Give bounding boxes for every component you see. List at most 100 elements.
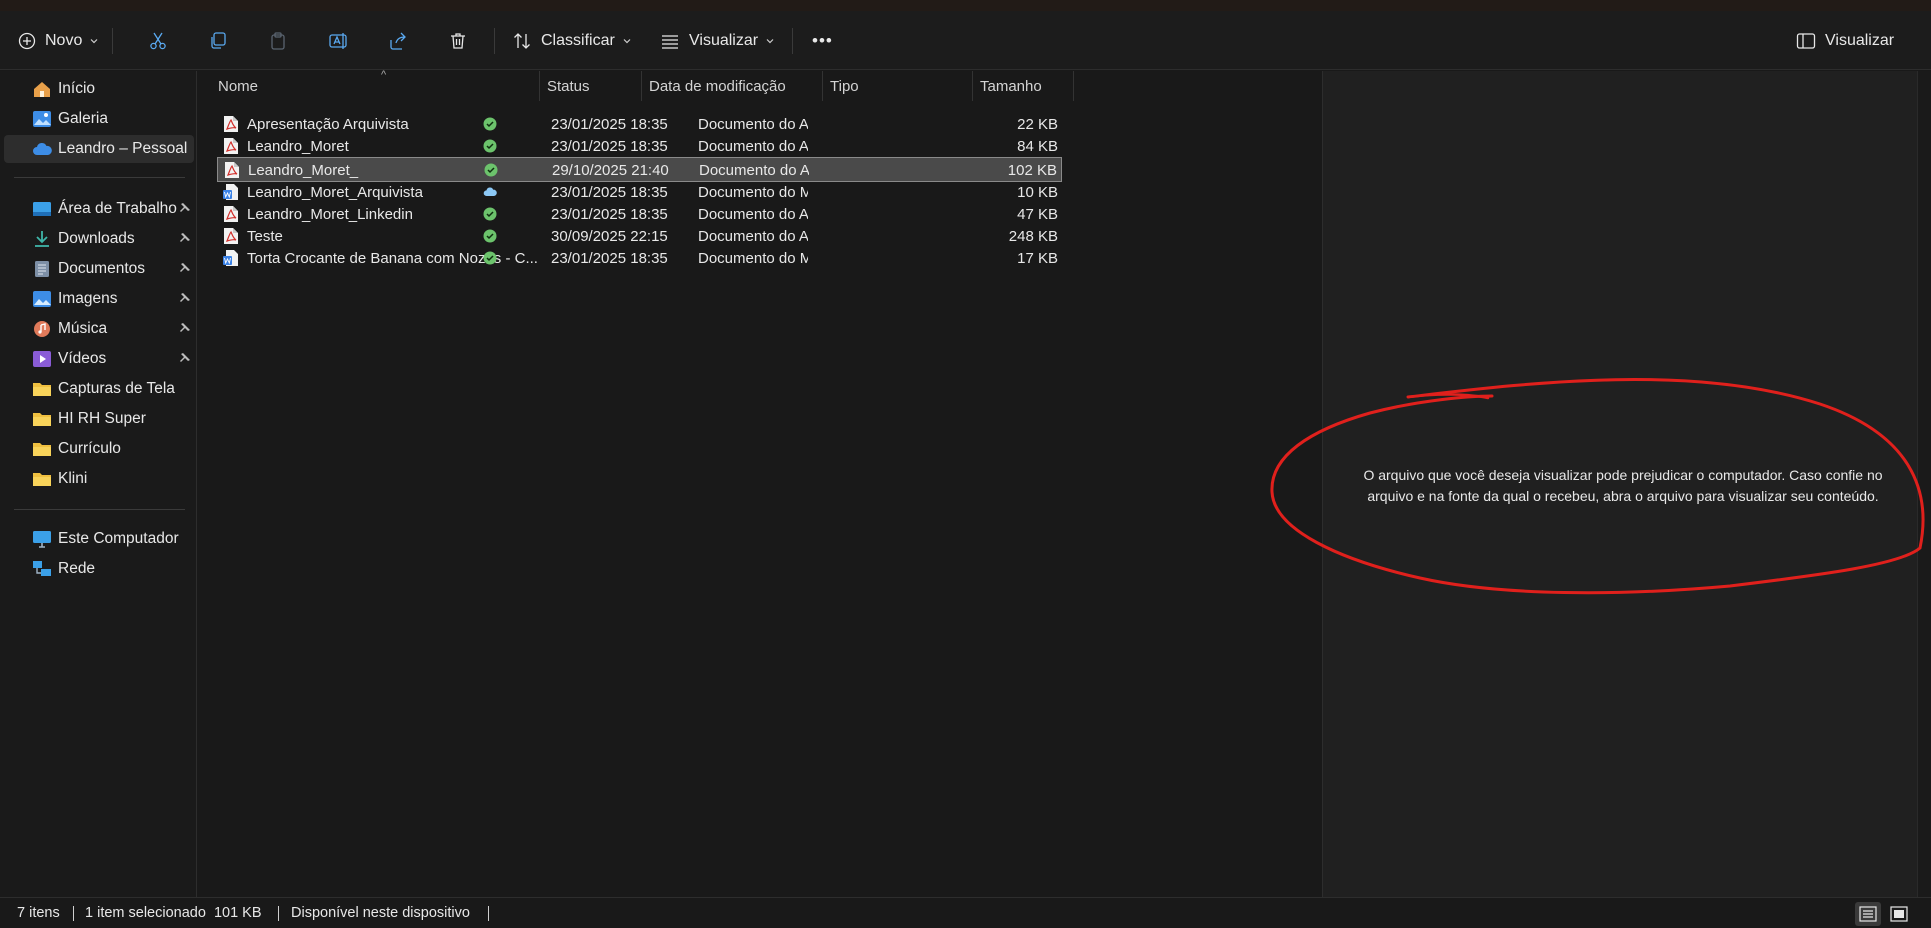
sidebar-item-curriculo[interactable]: Currículo [4,435,194,463]
file-modified: 30/09/2025 22:15 [551,228,668,245]
sidebar-item-imagens[interactable]: Imagens [4,285,194,313]
word-icon [223,184,238,200]
sidebar-item-inicio[interactable]: Início [4,75,194,103]
details-view-button[interactable] [1855,902,1881,926]
folder-icon [33,443,51,456]
column-header-modified[interactable]: Data de modificação [642,71,823,101]
file-name: Leandro_Moret [247,138,349,155]
pdf-icon [224,116,238,132]
column-header-name[interactable]: Nome ^ [211,69,540,101]
item-count: 7 itens [17,905,60,921]
sidebar-item-hi-rh-super[interactable]: HI RH Super [4,405,194,433]
red-annotation-circle [1270,378,1925,595]
sort-button[interactable]: Classificar [512,25,631,57]
view-button-label: Visualizar [689,32,759,49]
folder-icon [33,413,51,426]
status-separator [73,906,74,921]
file-name: Leandro_Moret_Linkedin [247,206,413,223]
pdf-icon [225,162,239,178]
pin-icon [180,293,190,302]
chevron-down-icon [623,39,631,44]
paste-button[interactable] [268,25,288,57]
documents-icon [35,261,49,277]
pin-icon [180,233,190,242]
file-size: 10 KB [1017,184,1058,201]
navigation-pane: Início Galeria Leandro – Pessoal Área de… [0,71,197,897]
more-options-icon: ••• [812,31,833,50]
column-header-size[interactable]: Tamanho [973,71,1074,101]
sidebar-item-capturas-de-tela[interactable]: Capturas de Tela [4,375,194,403]
file-name: Leandro_Moret_ [248,162,359,179]
file-name: Apresentação Arquivista [247,116,409,133]
file-name: Teste [247,228,283,245]
toolbar-separator [112,28,113,54]
more-options-button[interactable]: ••• [812,25,833,57]
gallery-icon [33,111,51,127]
view-lines-icon [662,35,678,49]
file-row-selected[interactable]: Leandro_Moret_ 29/10/2025 21:40 Document… [217,157,1062,182]
new-button[interactable]: Novo [18,25,98,57]
column-header-status[interactable]: Status [540,71,642,101]
title-strip [0,0,1931,11]
sidebar-item-leandro-pessoal[interactable]: Leandro – Pessoal [4,135,194,163]
home-icon [34,82,50,97]
file-name: Leandro_Moret_Arquivista [247,184,423,201]
clipboard-icon [271,32,285,50]
synced-check-icon [483,229,497,243]
desktop-icon [33,202,51,216]
sidebar-item-klini[interactable]: Klini [4,465,194,493]
folder-icon [33,473,51,486]
synced-check-icon [483,207,497,221]
synced-check-icon [484,163,498,177]
share-button[interactable] [388,25,408,57]
pdf-icon [224,206,238,222]
network-icon [33,561,51,576]
file-modified: 23/01/2025 18:35 [551,250,668,267]
status-bar: 7 itens 1 item selecionado 101 KB Dispon… [0,897,1931,928]
file-row[interactable]: Torta Crocante de Banana com Nozes - C..… [217,246,1062,271]
file-size: 102 KB [1007,162,1057,179]
sidebar-item-este-computador[interactable]: Este Computador [4,525,194,553]
sort-arrows-icon [514,33,530,49]
sidebar-item-musica[interactable]: Música [4,315,194,343]
sidebar-item-downloads[interactable]: Downloads [4,225,194,253]
file-row[interactable]: Leandro_Moret 23/01/2025 18:35 Documento… [217,134,1062,159]
cut-button[interactable] [148,25,168,57]
share-icon [390,32,406,50]
computer-icon [33,531,51,548]
file-modified: 23/01/2025 18:35 [551,138,668,155]
rename-button[interactable] [328,25,348,57]
pin-icon [180,323,190,332]
file-type: Documento do Mi... [698,250,808,267]
synced-check-icon [483,251,497,265]
view-button[interactable]: Visualizar [660,25,774,57]
preview-pane-toggle[interactable]: Visualizar [1796,25,1894,57]
column-header-type[interactable]: Tipo [823,71,973,101]
sidebar-item-area-de-trabalho[interactable]: Área de Trabalho [4,195,194,223]
pin-icon [180,263,190,272]
file-modified: 23/01/2025 18:35 [551,184,668,201]
toolbar-separator [494,28,495,54]
large-icons-view-button[interactable] [1886,902,1912,926]
sidebar-item-rede[interactable]: Rede [4,555,194,583]
synced-check-icon [483,117,497,131]
preview-toggle-label: Visualizar [1825,32,1895,49]
sort-button-label: Classificar [541,32,615,49]
file-size: 17 KB [1017,250,1058,267]
copy-icon [211,32,226,49]
availability-status: Disponível neste dispositivo [291,905,470,921]
sidebar-item-videos[interactable]: Vídeos [4,345,194,373]
command-bar: Novo Classificar Visualizar ••• Visualiz… [0,11,1931,70]
delete-button[interactable] [448,25,468,57]
file-list: Nome ^ Status Data de modificação Tipo T… [198,69,1322,897]
large-icons-view-icon [1890,906,1908,922]
file-size: 47 KB [1017,206,1058,223]
cloud-only-icon [483,187,497,196]
sidebar-item-galeria[interactable]: Galeria [4,105,194,133]
file-type: Documento do Ad... [698,206,808,223]
file-type: Documento do Ad... [698,116,808,133]
sidebar-item-documentos[interactable]: Documentos [4,255,194,283]
copy-button[interactable] [208,25,228,57]
toolbar-separator [792,28,793,54]
file-name: Torta Crocante de Banana com Nozes - C..… [247,250,538,267]
